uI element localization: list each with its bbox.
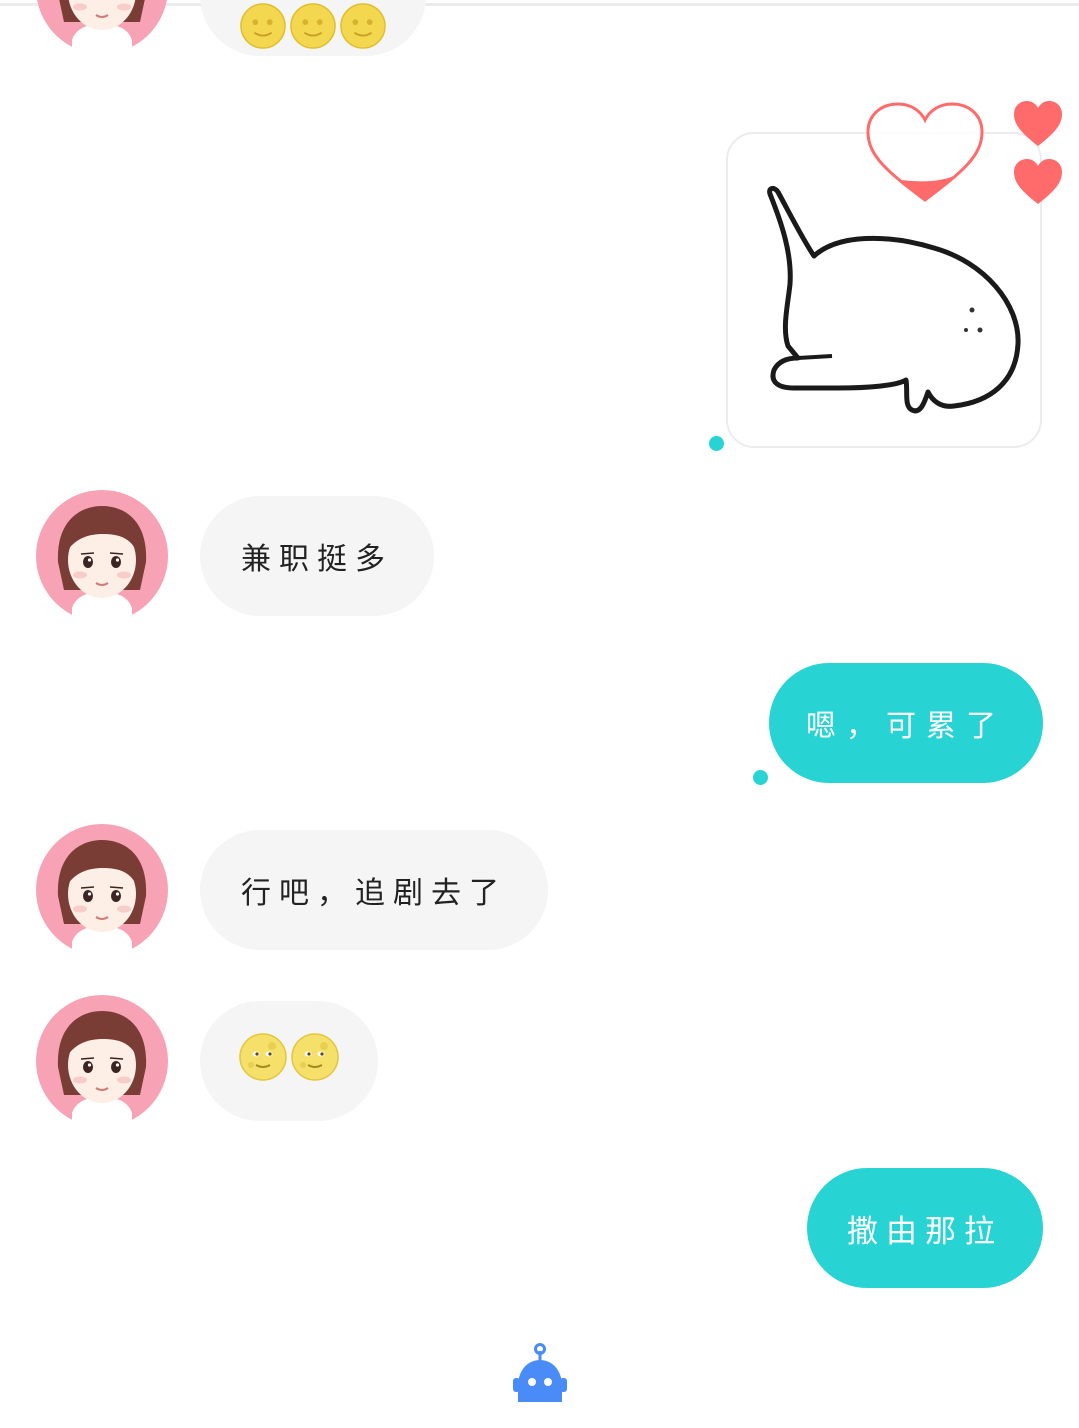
heart-outline-icon[interactable] (864, 100, 986, 208)
moon-face-emoji (239, 1033, 287, 1089)
contact-avatar[interactable] (36, 0, 168, 54)
moon-face-emoji (291, 1033, 339, 1089)
message-bubble-incoming[interactable]: 行吧，追剧去了 (200, 830, 548, 950)
message-bubble-outgoing[interactable]: 撒由那拉 (807, 1168, 1043, 1288)
message-text: 嗯，可累了 (806, 709, 1006, 744)
face-emoji (290, 3, 336, 57)
face-emoji (340, 3, 386, 57)
message-bubble-incoming[interactable] (200, 0, 426, 56)
message-text: 撒由那拉 (847, 1213, 1003, 1250)
message-text: 兼职挺多 (241, 542, 393, 577)
face-emoji (240, 3, 286, 57)
heart-icon[interactable] (1012, 100, 1064, 148)
contact-avatar[interactable] (36, 490, 168, 622)
contact-avatar[interactable] (36, 824, 168, 956)
contact-avatar[interactable] (36, 995, 168, 1127)
message-bubble-incoming[interactable] (200, 1001, 378, 1121)
read-indicator (709, 436, 724, 451)
heart-icon[interactable] (1012, 158, 1064, 206)
message-bubble-incoming[interactable]: 兼职挺多 (200, 496, 434, 616)
robot-assistant-icon[interactable] (508, 1342, 572, 1406)
read-indicator (753, 770, 768, 785)
message-text: 行吧，追剧去了 (241, 876, 507, 911)
message-bubble-outgoing[interactable]: 嗯，可累了 (769, 663, 1043, 783)
